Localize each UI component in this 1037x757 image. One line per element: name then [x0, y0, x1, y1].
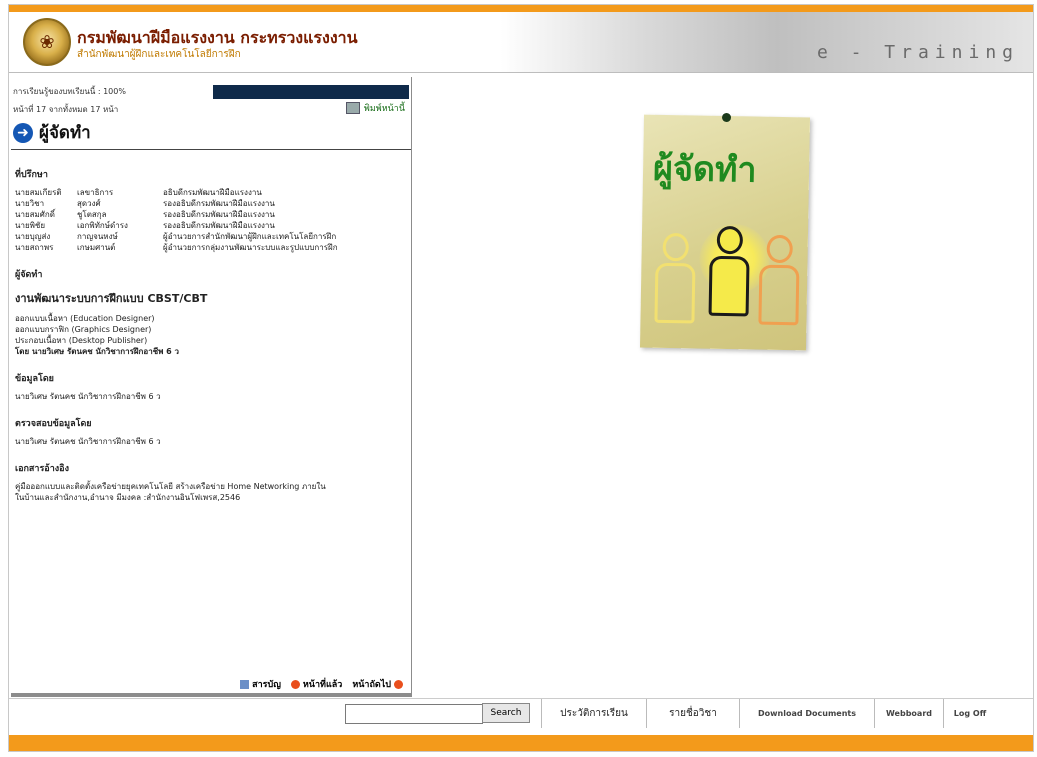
menu-course-list[interactable]: รายชื่อวิชา: [646, 699, 739, 728]
prev-page-button[interactable]: หน้าที่แล้ว: [290, 677, 343, 691]
bottom-toolbar: Search ประวัติการเรียน รายชื่อวิชา Downl…: [9, 698, 1033, 729]
author-name-line: โดย นายวิเศษ รัตนคช นักวิชาการฝึกอาชีพ 6…: [15, 347, 180, 356]
advisor-first-name: นายสมศักดิ์: [15, 210, 55, 219]
page-info: หน้าที่ 17 จากทั้งหมด 17 หน้า: [13, 105, 119, 114]
lesson-nav: สารบัญ หน้าที่แล้ว หน้าถัดไป: [240, 677, 403, 691]
advisor-last-name: ชูโตสกุล: [77, 210, 107, 219]
bottom-accent-bar: [9, 735, 1033, 751]
search-button[interactable]: Search: [482, 703, 530, 723]
advisor-position: อธิบดีกรมพัฒนาฝีมือแรงงาน: [163, 188, 262, 197]
data-by-heading: ข้อมูลโดย: [15, 374, 54, 384]
advisor-last-name: กาญจนหงษ์: [77, 232, 118, 241]
progress-label: การเรียนรู้ของบทเรียนนี้ : 100%: [13, 87, 126, 96]
next-page-button[interactable]: หน้าถัดไป: [352, 677, 403, 691]
advisor-last-name: เลขาธิการ: [77, 188, 114, 197]
advisor-last-name: สุดวงศ์: [77, 199, 101, 208]
advisor-first-name: นายพิชัย: [15, 221, 46, 230]
people-illustration: [650, 215, 802, 338]
title-divider: [11, 149, 411, 150]
advisor-position: รองอธิบดีกรมพัฒนาฝีมือแรงงาน: [163, 199, 275, 208]
bottom-menu: ประวัติการเรียน รายชื่อวิชา Download Doc…: [541, 699, 996, 728]
reference-line: ในบ้านและสำนักงาน,อำนาจ มีมงคล :สำนักงาน…: [15, 493, 241, 502]
advisor-row: นายสถาพร เกษมศานต์ ผู้อำนวยการกลุ่มงานพัฒน…: [15, 242, 407, 253]
search-input[interactable]: [345, 704, 483, 724]
arrow-right-icon: ➜: [13, 122, 33, 143]
checked-by-heading: ตรวจสอบข้อมูลโดย: [15, 419, 92, 429]
menu-log-off[interactable]: Log Off: [943, 699, 996, 728]
advisor-row: นายพิชัย เอกพิทักษ์ดำรง รองอธิบดีกรมพัฒนาฝ…: [15, 220, 407, 231]
progress-row: การเรียนรู้ของบทเรียนนี้ : 100%: [13, 83, 409, 99]
app-window: ❀ กรมพัฒนาฝีมือแรงงาน กระทรวงแรงงาน สำนั…: [8, 4, 1034, 752]
menu-download-documents[interactable]: Download Documents: [739, 699, 874, 728]
credits-content: ที่ปรึกษา นายสมเกียรติ เลขาธิการ อธิบดีกรม…: [15, 159, 407, 503]
printer-icon: [345, 102, 360, 114]
advisor-first-name: นายสถาพร: [15, 243, 54, 252]
authors-heading: ผู้จัดทำ: [15, 270, 43, 280]
toc-icon: [240, 679, 250, 689]
advisor-position: รองอธิบดีกรมพัฒนาฝีมือแรงงาน: [163, 221, 275, 230]
print-page-link[interactable]: พิมพ์หน้านี้: [345, 101, 405, 115]
advisor-row: นายสมศักดิ์ ชูโตสกุล รองอธิบดีกรมพัฒนาฝีมื…: [15, 209, 407, 220]
prev-arrow-icon: [290, 679, 300, 689]
menu-study-history[interactable]: ประวัติการเรียน: [541, 699, 646, 728]
header: ❀ กรมพัฒนาฝีมือแรงงาน กระทรวงแรงงาน สำนั…: [9, 12, 1033, 73]
person-figure-yellow: [654, 232, 696, 324]
progress-bar: [213, 85, 409, 99]
top-accent-bar: [9, 5, 1033, 12]
toc-button[interactable]: สารบัญ: [240, 677, 281, 691]
brand-etraining: e - Training: [816, 42, 1019, 63]
advisor-last-name: เอกพิทักษ์ดำรง: [77, 221, 128, 230]
lesson-panel: การเรียนรู้ของบทเรียนนี้ : 100% หน้าที่ …: [11, 77, 412, 697]
advisor-row: นายสมเกียรติ เลขาธิการ อธิบดีกรมพัฒนาฝีมือ…: [15, 187, 407, 198]
pushpin-icon: [721, 112, 732, 123]
toc-label: สารบัญ: [252, 680, 281, 690]
author-role-line: ออกแบบเนื้อหา (Education Designer): [15, 314, 155, 323]
advisor-row: นายวิชา สุดวงศ์ รองอธิบดีกรมพัฒนาฝีมือแรงง…: [15, 198, 407, 209]
menu-webboard[interactable]: Webboard: [874, 699, 943, 728]
advisor-first-name: นายบุญส่ง: [15, 232, 51, 241]
advisors-list: นายสมเกียรติ เลขาธิการ อธิบดีกรมพัฒนาฝีมือ…: [15, 187, 407, 253]
department-seal-logo: ❀: [23, 18, 71, 66]
author-role-line: ออกแบบกราฟิก (Graphics Designer): [15, 325, 152, 334]
author-role-line: ประกอบเนื้อหา (Desktop Publisher): [15, 336, 148, 345]
advisor-row: นายบุญส่ง กาญจนหงษ์ ผู้อำนวยการสำนักพัฒนาผ…: [15, 231, 407, 242]
next-arrow-icon: [394, 679, 403, 689]
page-title-row: ➜ ผู้จัดทำ: [13, 119, 91, 146]
credits-poster-image: ผู้จัดทำ: [639, 112, 811, 351]
data-by-text: นายวิเศษ รัตนคช นักวิชาการฝึกอาชีพ 6 ว: [15, 392, 161, 401]
panel-footer-line: [11, 693, 411, 697]
advisor-position: รองอธิบดีกรมพัฒนาฝีมือแรงงาน: [163, 210, 275, 219]
page-title: ผู้จัดทำ: [39, 123, 91, 143]
prev-label: หน้าที่แล้ว: [302, 680, 343, 690]
advisor-last-name: เกษมศานต์: [77, 243, 116, 252]
reference-line: คู่มือออกแบบและติดตั้งเครือข่ายยุคเทคโนโ…: [15, 482, 326, 491]
advisor-first-name: นายวิชา: [15, 199, 45, 208]
print-label: พิมพ์หน้านี้: [363, 104, 405, 114]
person-figure-orange: [758, 234, 800, 326]
advisor-position: ผู้อำนวยการกลุ่มงานพัฒนาระบบและรูปแบบการ…: [163, 243, 338, 252]
advisor-first-name: นายสมเกียรติ: [15, 188, 62, 197]
checked-by-text: นายวิเศษ รัตนคช นักวิชาการฝึกอาชีพ 6 ว: [15, 437, 161, 446]
org-subtitle: สำนักพัฒนาผู้ฝึกและเทคโนโลยีการฝึก: [77, 49, 241, 60]
progress-fill: [214, 86, 408, 98]
next-label: หน้าถัดไป: [352, 680, 391, 690]
advisor-position: ผู้อำนวยการสำนักพัฒนาผู้ฝึกและเทคโนโลยีก…: [163, 232, 337, 241]
advisors-heading: ที่ปรึกษา: [15, 170, 48, 180]
references-heading: เอกสารอ้างอิง: [15, 464, 69, 474]
person-figure-black: [708, 225, 751, 317]
poster-title: ผู้จัดทำ: [652, 148, 757, 191]
authors-subheading: งานพัฒนาระบบการฝึกแบบ CBST/CBT: [15, 292, 208, 305]
